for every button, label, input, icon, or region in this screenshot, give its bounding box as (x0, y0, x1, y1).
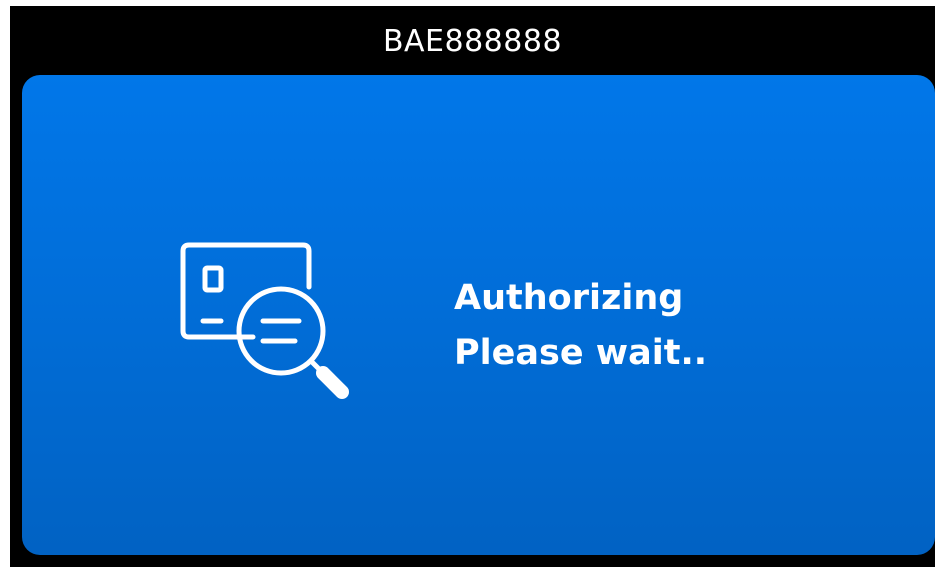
screen-frame: BAE888888 Authorizing Please wait.. (10, 6, 935, 567)
status-line-authorizing: Authorizing (454, 278, 684, 318)
status-message: Authorizing Please wait.. (454, 271, 707, 381)
status-line-please-wait: Please wait.. (454, 333, 708, 373)
authorizing-panel: Authorizing Please wait.. (22, 75, 935, 555)
card-search-icon (180, 242, 349, 399)
terminal-id-title: BAE888888 (382, 24, 563, 59)
